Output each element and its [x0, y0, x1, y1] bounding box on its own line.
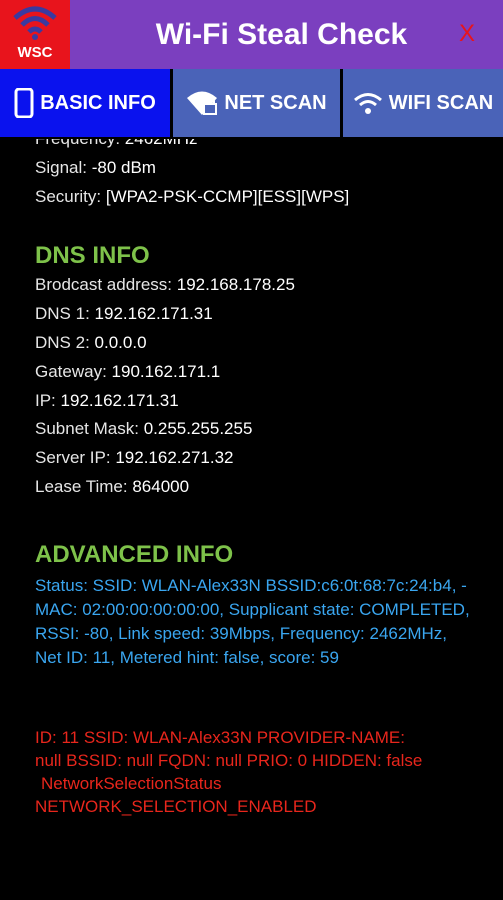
tab-net-scan[interactable]: NET SCAN — [173, 69, 340, 137]
gateway-label: Gateway: — [35, 361, 107, 381]
frequency-label: Frequency: — [35, 139, 120, 148]
info-content[interactable]: Frequency: 2462MHz Signal: -80 dBm Secur… — [35, 139, 475, 870]
dns2-value: 0.0.0.0 — [94, 332, 147, 352]
ip-value: 192.162.171.31 — [60, 390, 179, 410]
lease-time-row: Lease Time: 864000 — [35, 473, 475, 502]
close-button[interactable]: X — [459, 20, 475, 48]
frequency-row: Frequency: 2462MHz — [35, 139, 475, 154]
ip-label: IP: — [35, 390, 56, 410]
tab-wifi-scan[interactable]: WIFI SCAN — [343, 69, 503, 137]
wifi-icon — [353, 93, 382, 114]
server-ip-label: Server IP: — [35, 448, 111, 468]
server-ip-value: 192.162.271.32 — [115, 448, 234, 468]
security-value: [WPA2-PSK-CCMP][ESS][WPS] — [105, 186, 350, 206]
signal-label: Signal: — [35, 157, 87, 177]
dns1-label: DNS 1: — [35, 304, 90, 324]
tab-label: WIFI SCAN — [388, 91, 494, 114]
lease-time-value: 864000 — [132, 476, 190, 496]
wifi-config-line: NETWORK_SELECTION_ENABLED — [35, 796, 317, 816]
server-ip-row: Server IP: 192.162.271.32 — [35, 444, 475, 473]
security-label: Security: — [35, 186, 102, 206]
dns2-label: DNS 2: — [35, 332, 90, 352]
app-title: Wi-Fi Steal Check — [155, 17, 408, 51]
broadcast-value: 192.168.178.25 — [176, 275, 295, 295]
security-row: Security: [WPA2-PSK-CCMP][ESS][WPS] — [35, 183, 475, 212]
app-logo: WSC — [0, 0, 70, 69]
wifi-config-line: ID: 11 SSID: WLAN-Alex33N PROVIDER-NAME: — [35, 727, 405, 747]
tab-label: BASIC INFO — [40, 91, 156, 114]
tab-bar: BASIC INFO NET SCAN WIFI SCAN — [0, 69, 503, 139]
dns1-row: DNS 1: 192.162.171.31 — [35, 300, 475, 329]
app-header: WSC Wi-Fi Steal Check X — [0, 0, 503, 69]
tab-label: NET SCAN — [224, 91, 327, 114]
broadcast-label: Brodcast address: — [35, 275, 173, 295]
wifi-icon — [13, 6, 57, 40]
advanced-info-title: ADVANCED INFO — [35, 540, 234, 568]
tab-basic-info[interactable]: BASIC INFO — [0, 69, 170, 137]
wifi-config-line: null BSSID: null FQDN: null PRIO: 0 HIDD… — [35, 750, 423, 770]
frequency-value: 2462MHz — [125, 139, 198, 148]
signal-row: Signal: -80 dBm — [35, 154, 475, 183]
subnet-label: Subnet Mask: — [35, 419, 139, 439]
phone-icon — [14, 88, 34, 118]
advanced-info-text: Status: SSID: WLAN-Alex33N BSSID:c6:0t:6… — [35, 575, 470, 667]
signal-value: -80 dBm — [91, 157, 156, 177]
wifi-lock-icon — [187, 91, 218, 115]
dns2-row: DNS 2: 0.0.0.0 — [35, 329, 475, 358]
dns-info-title: DNS INFO — [35, 242, 150, 270]
ip-row: IP: 192.162.171.31 — [35, 387, 475, 416]
wifi-config-block: ID: 11 SSID: WLAN-Alex33N PROVIDER-NAME:… — [35, 726, 475, 818]
lease-time-label: Lease Time: — [35, 476, 128, 496]
dns1-value: 192.162.171.31 — [94, 304, 213, 324]
gateway-value: 190.162.171.1 — [111, 361, 221, 381]
gateway-row: Gateway: 190.162.171.1 — [35, 358, 475, 387]
subnet-value: 0.255.255.255 — [143, 419, 253, 439]
broadcast-row: Brodcast address: 192.168.178.25 — [35, 271, 475, 300]
logo-text: WSC — [17, 44, 53, 61]
subnet-row: Subnet Mask: 0.255.255.255 — [35, 415, 475, 444]
wifi-config-line: NetworkSelectionStatus — [41, 773, 222, 793]
